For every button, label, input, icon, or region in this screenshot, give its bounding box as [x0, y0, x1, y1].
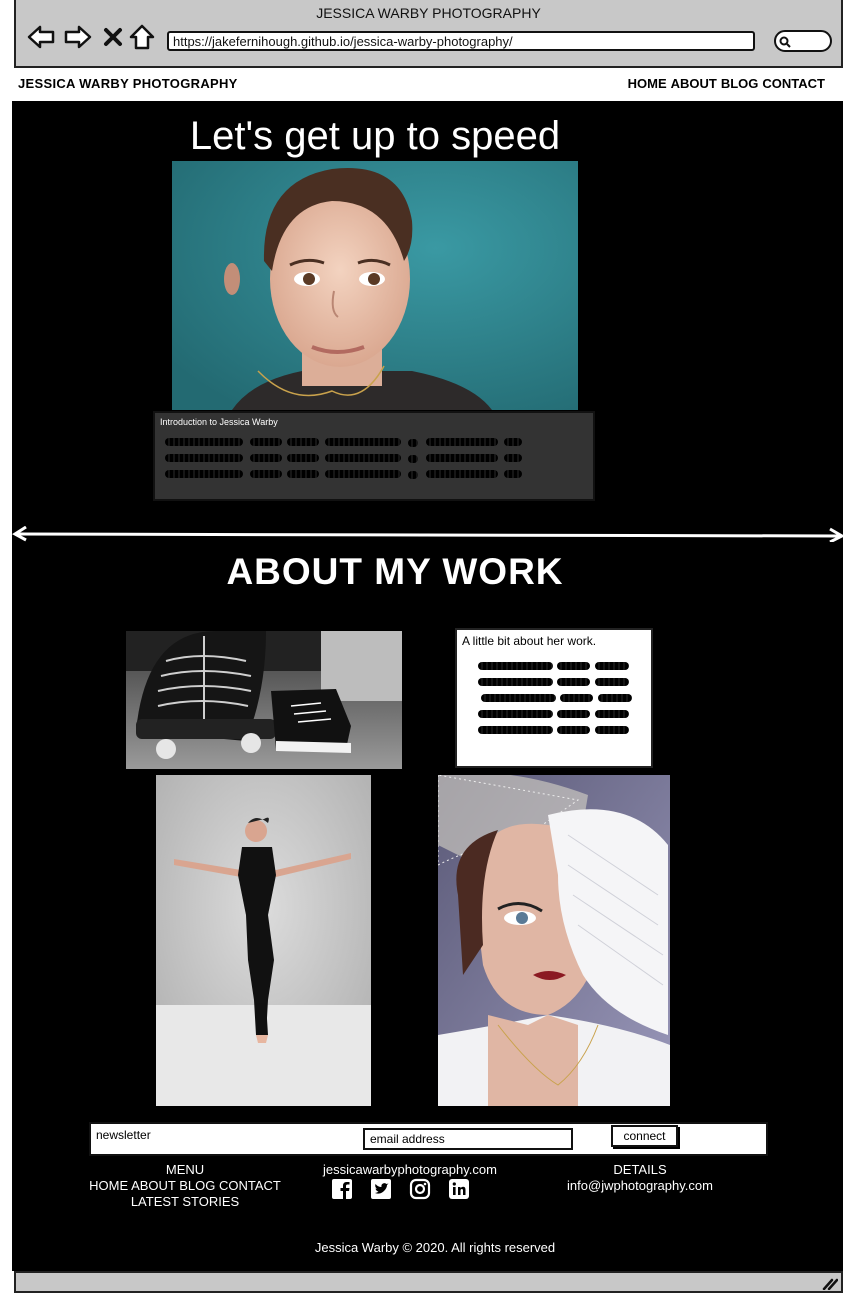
social-icons — [331, 1178, 470, 1200]
status-bar — [14, 1271, 843, 1293]
hero-title: Let's get up to speed — [189, 114, 561, 158]
footer-email[interactable]: info@jwphotography.com — [540, 1178, 740, 1194]
twitter-icon[interactable] — [370, 1178, 392, 1200]
footer-menu-links[interactable]: HOME ABOUT BLOG CONTACT — [80, 1178, 290, 1194]
resize-grip-icon[interactable] — [822, 1276, 838, 1290]
browser-search-box[interactable] — [774, 30, 832, 52]
window-title: JESSICA WARBY PHOTOGRAPHY — [316, 5, 541, 21]
nav-about[interactable]: ABOUT — [671, 76, 717, 91]
linkedin-icon[interactable] — [448, 1178, 470, 1200]
stop-icon[interactable] — [98, 22, 128, 52]
about-title: ABOUT MY WORK — [226, 551, 564, 592]
home-icon[interactable] — [127, 22, 157, 52]
footer-details: DETAILS info@jwphotography.com — [540, 1162, 740, 1194]
nav-contact[interactable]: CONTACT — [762, 76, 825, 91]
ballet-dancer-photo — [156, 775, 371, 1106]
connect-button[interactable]: connect — [611, 1125, 678, 1147]
copyright: Jessica Warby © 2020. All rights reserve… — [314, 1240, 556, 1255]
footer-menu-heading: MENU — [165, 1162, 205, 1177]
site-name: JESSICA WARBY PHOTOGRAPHY — [18, 76, 238, 91]
intro-placeholder-text — [165, 436, 525, 480]
footer-details-heading: DETAILS — [613, 1162, 667, 1177]
hero-photo — [172, 161, 578, 410]
facebook-icon[interactable] — [331, 1178, 353, 1200]
top-nav: HOME ABOUT BLOG CONTACT — [628, 76, 825, 91]
section-divider-arrow — [12, 526, 845, 542]
footer-site-link[interactable]: jessicawarbyphotography.com — [300, 1162, 520, 1177]
work-label: A little bit about her work. — [462, 634, 597, 648]
instagram-icon[interactable] — [409, 1178, 431, 1200]
nav-home[interactable]: HOME — [628, 76, 667, 91]
search-icon — [779, 36, 791, 48]
footer-latest-stories[interactable]: LATEST STORIES — [80, 1194, 290, 1210]
url-bar[interactable]: https://jakefernihough.github.io/jessica… — [167, 31, 755, 51]
newsletter-label: newsletter — [96, 1128, 151, 1142]
forward-icon[interactable] — [63, 22, 93, 52]
work-placeholder-text — [478, 660, 633, 740]
intro-label: Introduction to Jessica Warby — [160, 417, 278, 427]
footer-menu: MENU HOME ABOUT BLOG CONTACT LATEST STOR… — [80, 1162, 290, 1210]
email-input[interactable]: email address — [363, 1128, 573, 1150]
nav-blog[interactable]: BLOG — [721, 76, 759, 91]
back-icon[interactable] — [26, 22, 56, 52]
skateboard-photo — [126, 631, 402, 769]
veiled-portrait-photo — [438, 775, 670, 1106]
